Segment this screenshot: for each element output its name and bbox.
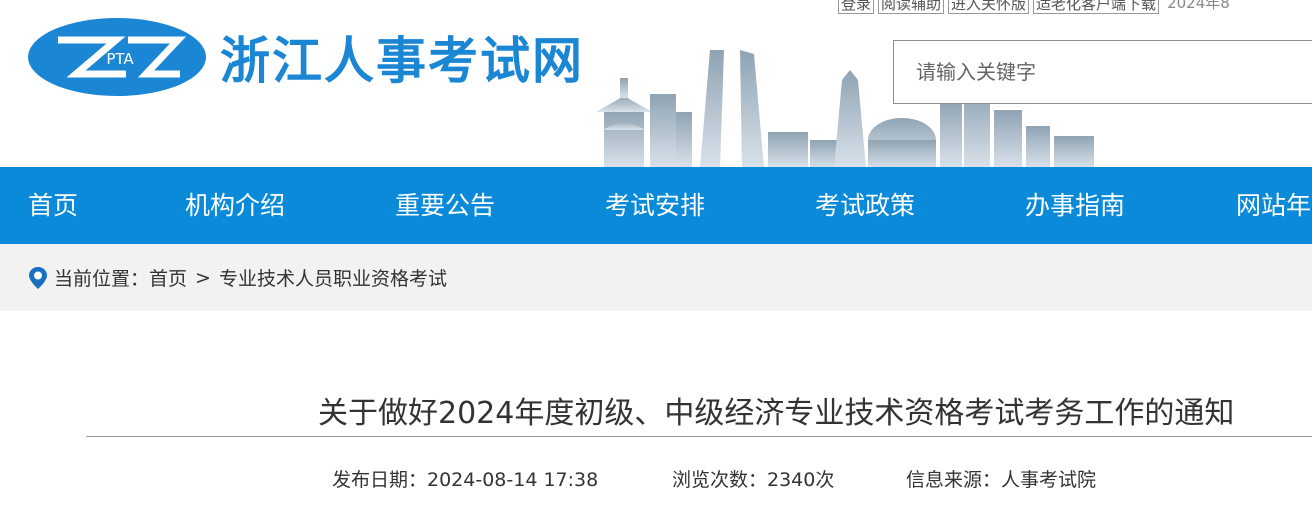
- article-title: 关于做好2024年度初级、中级经济专业技术资格考试考务工作的通知: [318, 396, 1235, 431]
- breadcrumb-current[interactable]: 专业技术人员职业资格考试: [219, 264, 447, 291]
- site-name: 浙江人事考试网: [220, 32, 584, 90]
- search-box[interactable]: [893, 40, 1312, 104]
- client-download-link[interactable]: 适老化客户端下载: [1033, 0, 1160, 14]
- current-date: 2024年8: [1167, 0, 1230, 12]
- top-utility-links: 登录 阅读辅助 进入关怀版 适老化客户端下载 2024年8: [838, 0, 1230, 14]
- breadcrumb-separator: >: [195, 266, 211, 289]
- view-count: 浏览次数：2340次: [672, 469, 835, 491]
- nav-item-home[interactable]: 首页: [28, 167, 78, 244]
- logo-emblem: PTA: [28, 18, 206, 96]
- main-nav: 首页 机构介绍 重要公告 考试安排 考试政策 办事指南 网站年: [0, 167, 1312, 244]
- logo-mark-icon: PTA: [58, 36, 187, 78]
- reading-aid-link[interactable]: 阅读辅助: [878, 0, 945, 14]
- nav-item-guide[interactable]: 办事指南: [1025, 167, 1125, 244]
- breadcrumb: 当前位置： 首页 > 专业技术人员职业资格考试: [28, 244, 447, 311]
- svg-text:PTA: PTA: [106, 50, 134, 68]
- login-link[interactable]: 登录: [838, 0, 875, 14]
- nav-item-exam-policy[interactable]: 考试政策: [815, 167, 915, 244]
- title-divider: [86, 436, 1312, 437]
- nav-item-annual-report[interactable]: 网站年: [1236, 167, 1311, 244]
- breadcrumb-home-link[interactable]: 首页: [149, 264, 187, 291]
- info-source: 信息来源：人事考试院: [906, 469, 1097, 491]
- site-logo[interactable]: PTA 浙江人事考试网: [28, 18, 584, 96]
- nav-item-about[interactable]: 机构介绍: [185, 167, 285, 244]
- elder-mode-link[interactable]: 进入关怀版: [948, 0, 1030, 14]
- breadcrumb-label: 当前位置：: [54, 268, 150, 290]
- nav-item-exam-schedule[interactable]: 考试安排: [605, 167, 705, 244]
- publish-date: 发布日期：2024-08-14 17:38: [332, 469, 599, 491]
- search-input[interactable]: [914, 59, 1308, 85]
- nav-item-announcements[interactable]: 重要公告: [395, 167, 495, 244]
- breadcrumb-bar: 当前位置： 首页 > 专业技术人员职业资格考试: [0, 244, 1312, 311]
- location-pin-icon: [28, 266, 48, 290]
